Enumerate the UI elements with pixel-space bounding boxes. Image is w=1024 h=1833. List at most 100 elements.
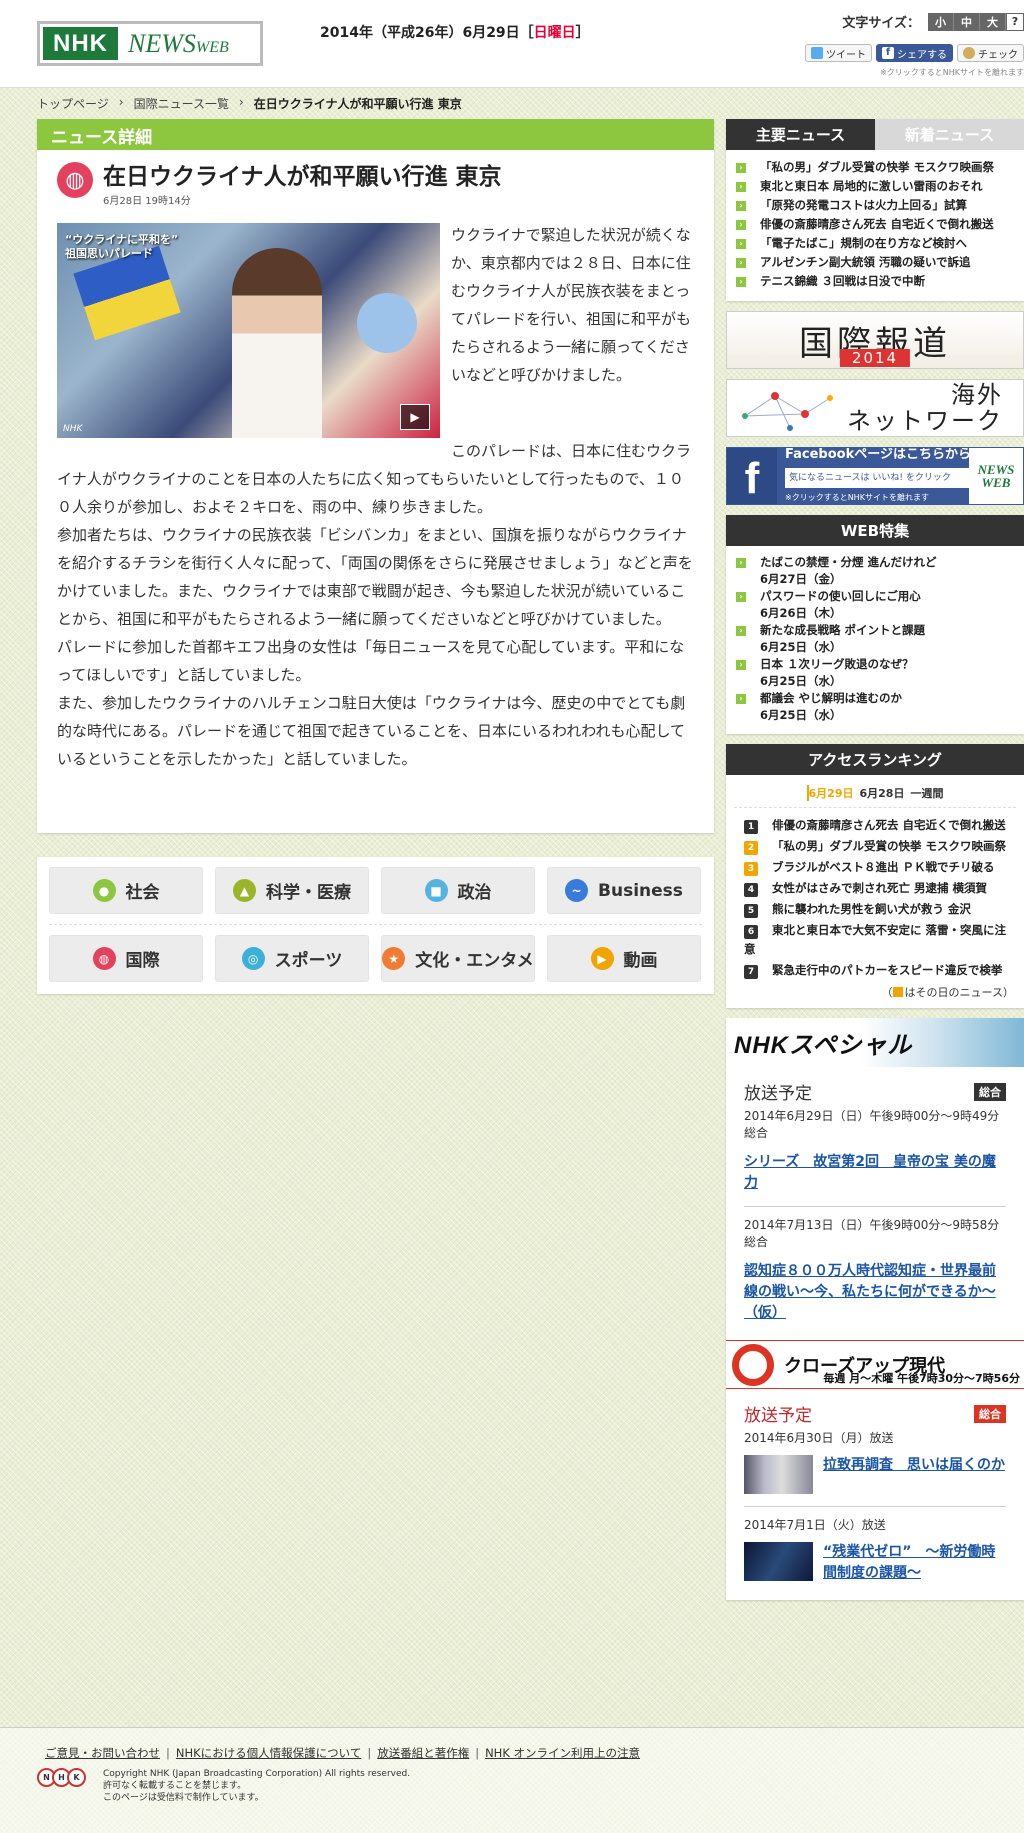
news-link[interactable]: テニス錦織 ３回戦は日没で中断 bbox=[760, 272, 925, 291]
ranking-link[interactable]: 東北と東日本で大気不安定に 落雷・突風に注意 bbox=[744, 923, 1006, 956]
font-size-medium-button[interactable]: 中 bbox=[954, 12, 980, 31]
divider: | bbox=[367, 1746, 372, 1760]
tab-ranking-yesterday[interactable]: 6月28日 bbox=[860, 785, 905, 801]
ranking-link[interactable]: 熊に襲われた男性を飼い犬が救う 金沢 bbox=[772, 902, 971, 916]
kokusai-houdou-banner[interactable]: 国際報道 2014 bbox=[726, 311, 1024, 369]
ranking-item[interactable]: 7 緊急走行中のパトカーをスピード違反で検挙 bbox=[744, 961, 1006, 980]
category-international[interactable]: ◍ 国際 bbox=[49, 935, 203, 982]
ranking-item[interactable]: 3 ブラジルがベスト８進出 ＰＫ戦でチリ破る bbox=[744, 858, 1006, 877]
list-item[interactable]: › 日本 １次リーグ敗退のなぜ？ 6月25日（水） bbox=[736, 656, 1014, 690]
tab-new-news[interactable]: 新着ニュース bbox=[875, 119, 1024, 150]
date-text: 2014年（平成26年）6月29日［ bbox=[320, 25, 534, 41]
category-label: 社会 bbox=[125, 883, 160, 903]
category-culture[interactable]: ★ 文化・エンタメ bbox=[381, 935, 535, 982]
news-link[interactable]: アルゼンチン副大統領 汚職の疑いで訴追 bbox=[760, 253, 971, 272]
breadcrumb-international[interactable]: 国際ニュース一覧 bbox=[134, 95, 229, 112]
program-thumbnail[interactable] bbox=[744, 1455, 813, 1494]
tweet-button[interactable]: ツイート bbox=[805, 44, 872, 62]
news-link[interactable]: 東北と東日本 局地的に激しい雷雨のおそれ bbox=[760, 177, 983, 196]
category-business[interactable]: ~ Business bbox=[547, 867, 701, 914]
ranking-item[interactable]: 4 女性がはさみで刺され死亡 男逮捕 横須賀 bbox=[744, 879, 1006, 898]
news-link[interactable]: 「電子たばこ」規制の在り方など検討へ bbox=[760, 234, 967, 253]
ranking-item[interactable]: 1 俳優の斎藤晴彦さん死去 自宅近くで倒れ搬送 bbox=[744, 816, 1006, 835]
web-special-link[interactable]: パスワードの使い回しにご用心 bbox=[760, 588, 921, 605]
list-item[interactable]: › 新たな成長戦略 ポイントと課題 6月25日（水） bbox=[736, 622, 1014, 656]
web-special-link[interactable]: 新たな成長戦略 ポイントと課題 bbox=[760, 622, 925, 639]
category-label: 文化・エンタメ bbox=[415, 951, 534, 971]
news-link[interactable]: 「私の男」ダブル受賞の快挙 モスクワ映画祭 bbox=[760, 158, 994, 177]
list-item[interactable]: › 「原発の発電コストは火力上回る」試算 bbox=[736, 196, 1014, 215]
web-special-box: WEB特集 › たばこの禁煙・分煙 進んだけれど 6月27日（金） › パスワードの使… bbox=[726, 515, 1024, 734]
ranking-link[interactable]: 「私の男」ダブル受賞の快挙 モスクワ映画祭 bbox=[772, 839, 1006, 853]
program-link[interactable]: 拉致再調査 思いは届くのか bbox=[823, 1455, 1005, 1476]
news-link[interactable]: 俳優の斎藤晴彦さん死去 自宅近くで倒れ搬送 bbox=[760, 215, 994, 234]
ranking-item[interactable]: 5 熊に襲われた男性を飼い犬が救う 金沢 bbox=[744, 900, 1006, 919]
web-special-date: 6月25日（水） bbox=[760, 640, 842, 654]
ranking-link[interactable]: 俳優の斎藤晴彦さん死去 自宅近くで倒れ搬送 bbox=[772, 818, 1006, 832]
mixi-check-button[interactable]: チェック bbox=[957, 44, 1024, 62]
footer-link-privacy[interactable]: NHKにおける個人情報保護について bbox=[176, 1746, 361, 1760]
category-society[interactable]: ● 社会 bbox=[49, 867, 203, 914]
overseas-network-banner[interactable]: 海外 ネットワーク bbox=[726, 379, 1024, 437]
footer-link-terms[interactable]: NHK オンライン利用上の注意 bbox=[485, 1746, 640, 1760]
twitter-icon bbox=[811, 47, 823, 59]
font-size-small-button[interactable]: 小 bbox=[928, 12, 954, 31]
facebook-share-button[interactable]: f シェアする bbox=[876, 44, 953, 62]
list-item[interactable]: › アルゼンチン副大統領 汚職の疑いで訴追 bbox=[736, 253, 1014, 272]
web-special-link[interactable]: 都議会 やじ解明は進むのか bbox=[760, 690, 902, 707]
program-link[interactable]: 認知症８００万人時代認知症・世界最前線の戦い～今、私たちに何ができるか～（仮） bbox=[744, 1261, 1006, 1324]
program-item: 拉致再調査 思いは届くのか bbox=[744, 1455, 1006, 1494]
tab-ranking-today[interactable]: 6月29日 bbox=[806, 785, 854, 801]
font-size-large-button[interactable]: 大 bbox=[980, 12, 1006, 31]
program-thumbnail[interactable] bbox=[744, 1542, 813, 1581]
article-paragraph: ウクライナで緊迫した状況が続くなか、東京都内では２８日、日本に住むウクライナ人が… bbox=[451, 226, 692, 384]
program-link[interactable]: シリーズ 故宮第2回 皇帝の宝 美の魔力 bbox=[744, 1152, 1006, 1194]
closeup-gendai-header[interactable]: クローズアップ現代 毎週 月～木曜 午後7時30分～7時56分 bbox=[726, 1340, 1024, 1389]
nhk-special-logo[interactable]: NHKスペシャル bbox=[726, 1018, 1024, 1067]
ranking-link[interactable]: ブラジルがベスト８進出 ＰＫ戦でチリ破る bbox=[772, 860, 995, 874]
list-item[interactable]: › 「電子たばこ」規制の在り方など検討へ bbox=[736, 234, 1014, 253]
program-link[interactable]: “残業代ゼロ” ～新労働時間制度の課題～ bbox=[823, 1542, 1006, 1584]
facebook-icon: f bbox=[882, 47, 894, 59]
ranking-item[interactable]: 2 「私の男」ダブル受賞の快挙 モスクワ映画祭 bbox=[744, 837, 1006, 856]
list-item[interactable]: › テニス錦織 ３回戦は日没で中断 bbox=[736, 272, 1014, 291]
access-ranking-box: アクセスランキング 6月29日 6月28日 一週間 1 俳優の斎藤晴彦さん死去 自… bbox=[726, 744, 1024, 1008]
category-sports[interactable]: ◎ スポーツ bbox=[215, 935, 369, 982]
footer-link-contact[interactable]: ご意見・お問い合わせ bbox=[45, 1746, 160, 1760]
category-video[interactable]: ▶ 動画 bbox=[547, 935, 701, 982]
divider bbox=[744, 1206, 1006, 1207]
nhk-newsweb-logo[interactable]: NHK NEWSWEB bbox=[37, 21, 263, 66]
globe-icon: ◍ bbox=[92, 947, 116, 970]
category-label: 科学・医療 bbox=[266, 883, 351, 903]
chevron-right-icon: › bbox=[118, 95, 124, 109]
play-icon[interactable]: ▶ bbox=[400, 404, 430, 430]
tab-ranking-week[interactable]: 一週間 bbox=[910, 785, 943, 801]
category-label: 動画 bbox=[623, 951, 658, 971]
banner-title-line1: 海外 bbox=[951, 381, 1003, 409]
category-science[interactable]: ▲ 科学・医療 bbox=[215, 867, 369, 914]
footer-link-copyright[interactable]: 放送番組と著作権 bbox=[377, 1746, 469, 1760]
web-special-link[interactable]: 日本 １次リーグ敗退のなぜ？ bbox=[760, 656, 914, 673]
ranking-item[interactable]: 6 東北と東日本で大気不安定に 落雷・突風に注意 bbox=[744, 921, 1006, 959]
facebook-page-banner[interactable]: f Facebookページはこちらから 気になるニュースは いいね! をクリック ※… bbox=[726, 447, 1024, 505]
web-special-link[interactable]: たばこの禁煙・分煙 進んだけれど bbox=[760, 554, 937, 571]
list-item[interactable]: › 「私の男」ダブル受賞の快挙 モスクワ映画祭 bbox=[736, 158, 1014, 177]
air-time: 2014年6月30日（月）放送 bbox=[744, 1431, 894, 1445]
tab-main-news[interactable]: 主要ニュース bbox=[726, 119, 875, 150]
help-button[interactable]: ? bbox=[1006, 12, 1024, 31]
list-item[interactable]: › たばこの禁煙・分煙 進んだけれど 6月27日（金） bbox=[736, 554, 1014, 588]
date-bracket: ］ bbox=[575, 25, 590, 41]
nhk-watermark: NHK bbox=[63, 424, 83, 434]
news-link[interactable]: 「原発の発電コストは火力上回る」試算 bbox=[760, 196, 967, 215]
ranking-link[interactable]: 緊急走行中のパトカーをスピード違反で検挙 bbox=[772, 963, 1002, 977]
article-video-thumbnail[interactable]: “ウクライナに平和を” 祖国思いパレード NHK ▶ bbox=[57, 223, 440, 438]
list-item[interactable]: › パスワードの使い回しにご用心 6月26日（木） bbox=[736, 588, 1014, 622]
category-label: スポーツ bbox=[274, 951, 343, 971]
web-special-list: › たばこの禁煙・分煙 進んだけれど 6月27日（金） › パスワードの使い回しにご用… bbox=[726, 546, 1024, 734]
ranking-link[interactable]: 女性がはさみで刺され死亡 男逮捕 横須賀 bbox=[772, 881, 987, 895]
list-item[interactable]: › 東北と東日本 局地的に激しい雷雨のおそれ bbox=[736, 177, 1014, 196]
breadcrumb-top[interactable]: トップページ bbox=[37, 95, 109, 112]
category-politics[interactable]: ■ 政治 bbox=[381, 867, 535, 914]
list-item[interactable]: › 俳優の斎藤晴彦さん死去 自宅近くで倒れ搬送 bbox=[736, 215, 1014, 234]
list-item[interactable]: › 都議会 やじ解明は進むのか 6月25日（水） bbox=[736, 690, 1014, 724]
